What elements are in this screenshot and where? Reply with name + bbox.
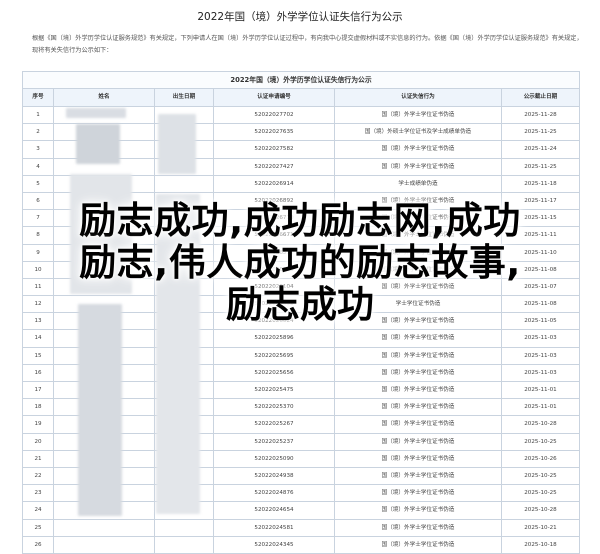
table-row: 25 52022024581 国（境）外学士学位证书伪造 2025-10-21	[23, 519, 579, 537]
cell-application-no: 52022024876	[214, 485, 335, 502]
cell-seq: 15	[23, 347, 54, 364]
table-caption: 2022年国（境）外学历学位认证失信行为公示	[23, 72, 579, 89]
header-deadline: 公示截止日期	[523, 94, 558, 100]
cell-application-no: 52022026914	[214, 175, 335, 192]
cell-application-no: 52022025267	[214, 416, 335, 433]
cell-deadline: 2025-11-24	[524, 146, 557, 153]
cell-seq: 20	[23, 433, 54, 450]
cell-application-no: 52022025237	[214, 433, 335, 450]
cell-violation: 国（境）外学士学位证书伪造	[335, 382, 502, 399]
cell-violation: 国（境）外学士学位证书伪造	[335, 450, 502, 467]
cell-seq: 3	[23, 141, 54, 158]
cell-application-no: 52022025695	[214, 347, 335, 364]
cell-deadline: 2025-11-01	[524, 404, 557, 411]
cell-seq: 2	[23, 124, 54, 141]
cell-seq: 16	[23, 364, 54, 381]
cell-violation: 国（境）外学士学位证书伪造	[335, 347, 502, 364]
cell-application-no: 52022027427	[214, 158, 335, 175]
cell-violation: 国（境）外学士学位证书伪造	[335, 364, 502, 381]
cell-violation: 国（境）外学士学位证书伪造	[335, 158, 502, 175]
overlay-line-2: 励志,伟人成功的励志故事,	[79, 241, 521, 284]
table-row: 26 52022024345 国（境）外学士学位证书伪造 2025-10-18	[23, 536, 579, 554]
cell-violation: 国（境）外学士学位证书伪造	[335, 330, 502, 347]
cell-application-no: 52022025656	[214, 364, 335, 381]
cell-seq: 18	[23, 399, 54, 416]
cell-seq: 19	[23, 416, 54, 433]
cell-deadline: 2025-11-18	[524, 180, 557, 187]
cell-deadline: 2025-10-28	[524, 421, 557, 428]
cell-application-no: 52022027702	[214, 107, 335, 124]
cell-application-no: 52022024654	[214, 502, 335, 519]
cell-violation: 国（境）外学士学位证书伪造	[335, 141, 502, 158]
watermark-overlay: 励志成功,成功励志网,成功 励志,伟人成功的励志故事, 励志成功	[0, 200, 600, 326]
cell-violation: 国（境）外硕士学位证书及学士成绩单伪造	[335, 124, 502, 141]
cell-application-no: 52022025896	[214, 330, 335, 347]
header-seq: 序号	[23, 89, 54, 106]
cell-seq: 5	[23, 175, 54, 192]
cell-deadline: 2025-10-25	[524, 472, 557, 479]
cell-seq: 4	[23, 158, 54, 175]
cell-violation: 国（境）外学士学位证书伪造	[335, 536, 502, 553]
cell-deadline: 2025-11-03	[524, 335, 557, 342]
cell-violation: 学士成绩单伪造	[335, 175, 502, 192]
cell-deadline: 2025-10-26	[524, 455, 557, 462]
cell-application-no: 52022024345	[214, 536, 335, 553]
cell-deadline: 2025-11-25	[524, 163, 557, 170]
cell-violation: 国（境）外学士学位证书伪造	[335, 107, 502, 124]
cell-application-no: 52022025370	[214, 399, 335, 416]
intro-line-1: 根据《国（境）外学历学位认证服务规范》有关规定，下列申请人在国（境）外学历学位认…	[32, 35, 580, 42]
cell-birthdate	[155, 536, 214, 553]
cell-deadline: 2025-11-01	[524, 387, 557, 393]
cell-seq: 22	[23, 467, 54, 485]
page-title: 2022年国（境）外学学位认证失信行为公示	[197, 11, 403, 23]
cell-deadline: 2025-10-28	[524, 507, 557, 514]
cell-seq: 17	[23, 382, 54, 399]
cell-application-no: 52022027582	[214, 141, 335, 158]
cell-seq: 26	[23, 536, 54, 553]
intro-line-2: 现将有关失信行为公示如下：	[32, 46, 113, 54]
intro-paragraph: 根据《国（境）外学历学位认证服务规范》有关规定，下列申请人在国（境）外学历学位认…	[32, 33, 580, 56]
cell-violation: 国（境）外学士学位证书伪造	[335, 467, 502, 485]
overlay-line-1: 励志成功,成功励志网,成功	[79, 199, 521, 242]
cell-seq: 24	[23, 502, 54, 519]
cell-violation: 国（境）外学士学位证书伪造	[335, 502, 502, 519]
cell-application-no: 52022025090	[214, 450, 335, 467]
cell-seq: 14	[23, 330, 54, 347]
cell-seq: 1	[23, 107, 54, 124]
cell-violation: 国（境）外学士学位证书伪造	[335, 433, 502, 450]
cell-name	[54, 536, 155, 553]
header-violation: 认证失信行为	[335, 89, 502, 106]
cell-deadline: 2025-11-03	[524, 369, 557, 376]
cell-application-no: 52022027635	[214, 124, 335, 141]
cell-violation: 国（境）外学士学位证书伪造	[335, 399, 502, 416]
cell-deadline: 2025-11-25	[524, 129, 557, 136]
cell-deadline: 2025-10-25	[524, 490, 557, 497]
overlay-line-3: 励志成功	[226, 283, 374, 326]
cell-application-no: 52022025475	[214, 382, 335, 399]
cell-seq: 23	[23, 485, 54, 502]
cell-deadline: 2025-11-03	[524, 352, 557, 359]
cell-deadline: 2025-10-25	[524, 438, 557, 445]
cell-seq: 21	[23, 450, 54, 467]
cell-deadline: 2025-11-28	[524, 112, 557, 118]
cell-violation: 国（境）外学士学位证书伪造	[335, 485, 502, 502]
cell-deadline: 2025-10-18	[524, 541, 557, 548]
header-application-no: 认证申请编号	[214, 89, 335, 106]
cell-violation: 国（境）外学士学位证书伪造	[335, 416, 502, 433]
cell-application-no: 52022024938	[214, 467, 335, 485]
